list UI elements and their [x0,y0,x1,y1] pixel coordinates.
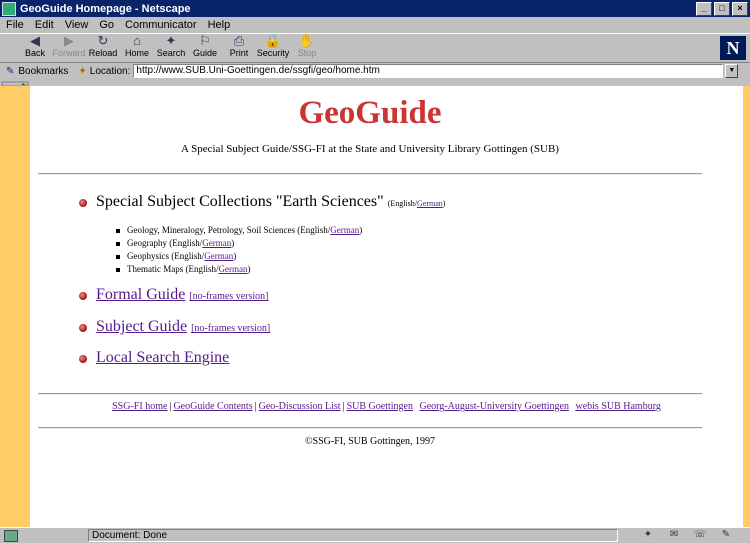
menu-communicator[interactable]: Communicator [125,19,197,31]
german-link[interactable]: German [202,238,231,248]
back-arrow-icon: ◀ [30,33,40,48]
url-input[interactable]: http://www.SUB.Uni-Goettingen.de/ssgfi/g… [133,64,724,78]
bullet-icon [79,292,87,300]
forward-button[interactable]: ▶ Forward [52,34,86,63]
square-bullet-icon [116,255,120,259]
close-button[interactable]: × [732,1,748,16]
status-text: Document: Done [88,529,618,542]
menu-view[interactable]: View [65,19,89,31]
collections-heading: Special Subject Collections "Earth Scien… [96,193,446,210]
content-area: GeoGuide A Special Subject Guide/SSG-FI … [0,86,750,527]
formal-guide-link[interactable]: Formal Guide [96,286,185,303]
composer-icon[interactable]: ✎ [718,529,734,541]
square-bullet-icon [116,229,120,233]
search-button[interactable]: ✦ Search [154,34,188,63]
forward-arrow-icon: ▶ [64,33,74,48]
netscape-logo-icon[interactable]: N [720,36,746,60]
footer-link-webis-sub-hamburg[interactable]: webis SUB Hamburg [575,401,660,412]
mail-icon[interactable]: ✉ [666,529,682,541]
square-bullet-icon [116,242,120,246]
page-title: GeoGuide [298,95,442,131]
right-frame-border [743,86,750,527]
menu-bar: File Edit View Go Communicator Help [0,17,750,33]
footer-link-university-goettingen[interactable]: Georg-August-University Goettingen [419,401,569,412]
footer-links: SSG-FI home | GeoGuide Contents | Geo-Discus… [112,401,661,412]
security-button[interactable]: 🔒 Security [256,34,290,63]
back-button[interactable]: ◀ Back [18,34,52,63]
square-bullet-icon [116,268,120,272]
web-page: GeoGuide A Special Subject Guide/SSG-FI … [30,86,743,527]
search-icon: ✦ [165,33,177,48]
footer-link-sub-goettingen[interactable]: SUB Goettingen [347,401,413,412]
reload-button[interactable]: ↻ Reload [86,34,120,63]
footer-link-geoguide-contents[interactable]: GeoGuide Contents [173,401,252,412]
stop-button[interactable]: ✋ Stop [290,34,324,63]
url-dropdown-button[interactable]: ▼ [725,64,739,78]
status-bar: Document: Done ✦ ✉ ☏ ✎ [0,527,750,543]
collections-german-link[interactable]: German [417,199,443,208]
local-search-link[interactable]: Local Search Engine [96,349,229,366]
subject-guide-item: Subject Guide [no-frames version] [96,318,270,336]
component-bar: ✦ ✉ ☏ ✎ [640,529,734,541]
reload-icon: ↻ [97,33,109,48]
subject-guide-link[interactable]: Subject Guide [96,318,187,335]
home-icon: ⌂ [133,33,141,48]
bookmarks-button[interactable]: ✎ Bookmarks [6,66,68,77]
menu-file[interactable]: File [6,19,24,31]
copyright-text: ©SSG-FI, SUB Gottingen, 1997 [304,436,436,447]
netscape-app-icon [2,1,16,16]
bullet-icon [79,355,87,363]
title-bar: GeoGuide Homepage - Netscape _ □ × [0,0,750,17]
bullet-icon [79,324,87,332]
menu-go[interactable]: Go [99,19,114,31]
maximize-button[interactable]: □ [714,1,730,16]
footer-link-geo-discussion-list[interactable]: Geo-Discussion List [259,401,341,412]
guide-icon: ⚐ [199,33,211,48]
subject-guide-noframes-link[interactable]: [no-frames version] [191,323,270,334]
list-item: Geology, Mineralogy, Petrology, Soil Sci… [127,225,363,235]
formal-guide-item: Formal Guide [no-frames version] [96,286,268,304]
security-icon: 🔒 [264,33,282,48]
security-lock-icon[interactable] [4,529,18,542]
print-button[interactable]: ⎙ Print [222,34,256,63]
divider [38,173,702,175]
page-proxy-icon[interactable]: ✦ [78,66,86,77]
home-button[interactable]: ⌂ Home [120,34,154,63]
toolbar-grip[interactable] [0,79,30,87]
list-item: Geophysics (English/German) [127,251,237,261]
bullet-icon [79,199,87,207]
divider [38,427,702,429]
window-title: GeoGuide Homepage - Netscape [20,2,191,15]
footer-link-ssg-fi-home[interactable]: SSG-FI home [112,401,167,412]
list-item: Geography (English/German) [127,238,235,248]
german-link[interactable]: German [204,251,233,261]
location-bar: ✎ Bookmarks ✦ Location: http://www.SUB.Uni… [0,63,750,79]
german-link[interactable]: German [218,264,247,274]
navigation-toolbar: ◀ Back ▶ Forward ↻ Reload ⌂ Home ✦ Search ⚐ Gu… [0,33,750,63]
german-link[interactable]: German [330,225,359,235]
formal-guide-noframes-link[interactable]: [no-frames version] [189,291,268,302]
stop-icon: ✋ [298,33,316,48]
navigator-icon[interactable]: ✦ [640,529,656,541]
menu-help[interactable]: Help [208,19,231,31]
list-item: Thematic Maps (English/German) [127,264,251,274]
guide-button[interactable]: ⚐ Guide [188,34,222,63]
location-label: ✦ Location: [78,65,131,77]
local-search-item: Local Search Engine [96,349,229,367]
divider [38,393,702,395]
print-icon: ⎙ [233,33,245,48]
bookmarks-icon: ✎ [6,65,15,77]
minimize-button[interactable]: _ [696,1,712,16]
newsgroups-icon[interactable]: ☏ [692,529,708,541]
page-subtitle: A Special Subject Guide/SSG-FI at the St… [181,143,559,155]
menu-edit[interactable]: Edit [35,19,54,31]
